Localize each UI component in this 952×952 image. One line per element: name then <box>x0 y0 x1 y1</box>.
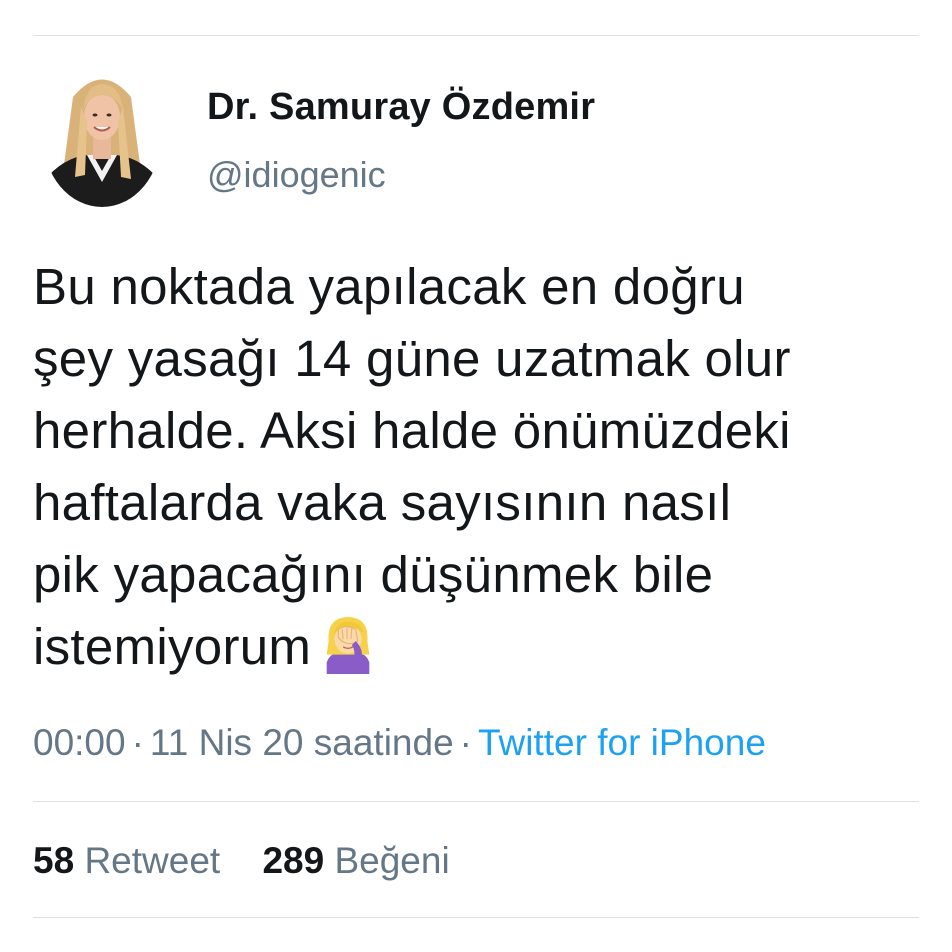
woman-facepalming-icon <box>326 616 370 674</box>
top-divider <box>33 35 919 36</box>
tweet-date[interactable]: 11 Nis 20 saatinde <box>150 722 454 763</box>
author-display-name[interactable]: Dr. Samuray Özdemir <box>207 86 595 129</box>
tweet-source-link[interactable]: Twitter for iPhone <box>478 722 766 763</box>
tweet-line: şey yasağı 14 güne uzatmak olur <box>33 330 791 387</box>
tweet-text: Bu noktada yapılacak en doğru şey yasağı… <box>33 251 923 683</box>
retweet-count: 58 <box>33 840 75 881</box>
tweet-line: pik yapacağını düşünmek bile <box>33 546 714 603</box>
tweet-line-text: istemiyorum <box>33 618 312 675</box>
author-handle[interactable]: @idiogenic <box>207 154 386 196</box>
tweet-time[interactable]: 00:00 <box>33 722 126 763</box>
retweet-label: Retweet <box>84 840 221 881</box>
tweet-line: herhalde. Aksi halde önümüzdeki <box>33 402 791 459</box>
tweet-line: haftalarda vaka sayısının nasıl <box>33 474 732 531</box>
retweet-stat[interactable]: 58 Retweet <box>33 840 220 882</box>
meta-divider <box>33 801 919 802</box>
tweet-line-last: istemiyorum <box>33 611 923 683</box>
tweet-stats: 58 Retweet 289 Beğeni <box>33 840 482 882</box>
tweet-meta: 00:00 · 11 Nis 20 saatinde · Twitter for iPh… <box>33 722 766 764</box>
tweet-line: Bu noktada yapılacak en doğru <box>33 258 745 315</box>
like-stat[interactable]: 289 Beğeni <box>262 840 449 882</box>
like-count: 289 <box>262 840 325 881</box>
avatar[interactable] <box>43 67 161 207</box>
meta-separator: · <box>131 722 144 763</box>
bottom-divider <box>33 917 919 918</box>
meta-separator: · <box>459 722 472 763</box>
like-label: Beğeni <box>334 840 450 881</box>
